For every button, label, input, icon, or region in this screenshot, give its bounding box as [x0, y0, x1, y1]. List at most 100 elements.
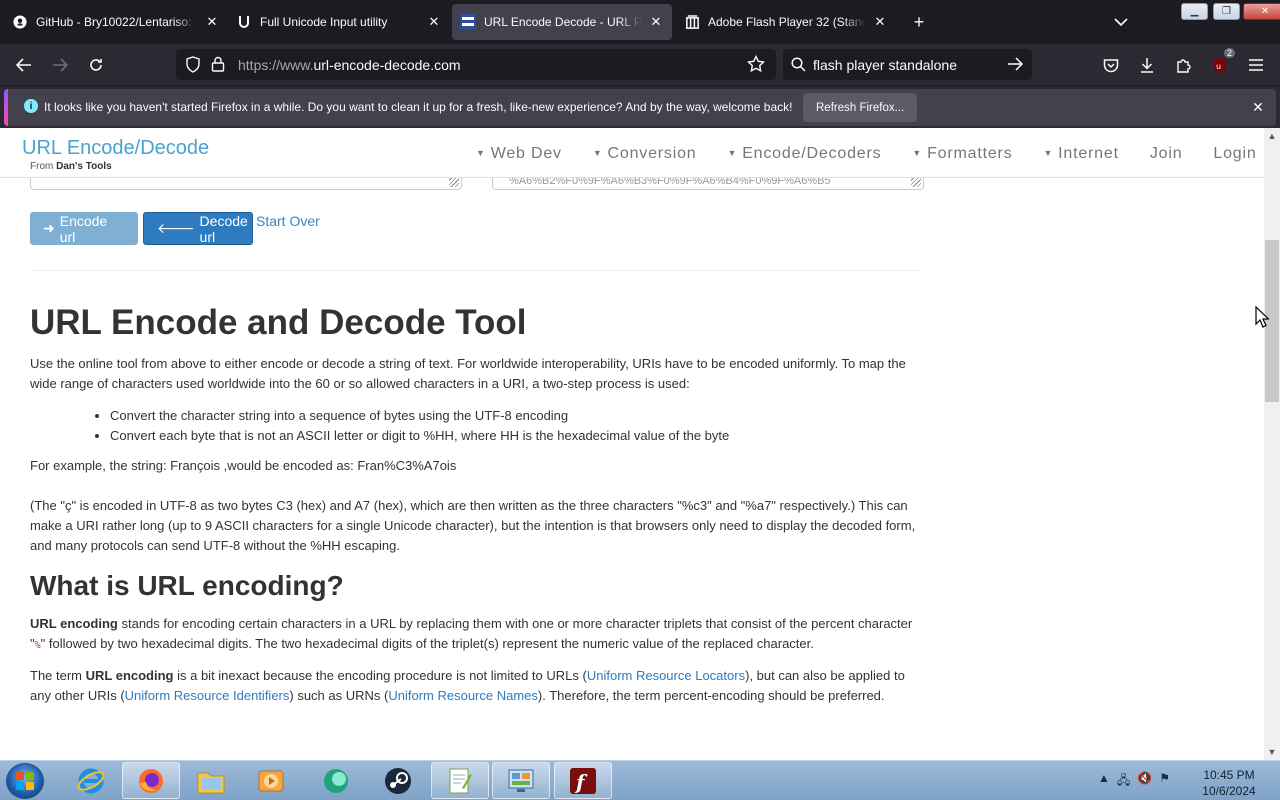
steam-icon[interactable] — [369, 762, 427, 799]
volume-muted-icon[interactable]: 🔇 — [1137, 771, 1152, 792]
start-over-link[interactable]: Start Over — [256, 213, 320, 229]
flash-player-icon[interactable]: f — [554, 762, 612, 799]
bold-term: URL encoding — [30, 616, 118, 631]
control-panel-icon[interactable] — [492, 762, 550, 799]
nav-label: Web Dev — [490, 145, 562, 162]
nav-join[interactable]: Join — [1150, 145, 1183, 165]
link-uniform-resource-locators[interactable]: Uniform Resource Locators — [587, 668, 745, 683]
show-hidden-icons-icon[interactable]: ▲ — [1098, 771, 1110, 792]
resize-grip-icon[interactable] — [911, 177, 921, 187]
start-button[interactable] — [6, 763, 44, 799]
mouse-cursor-icon — [1255, 306, 1269, 328]
hamburger-menu-icon[interactable] — [1243, 52, 1269, 78]
intro-paragraph: Use the online tool from above to either… — [30, 356, 906, 391]
nav-formatters[interactable]: ▼ Formatters — [912, 145, 1012, 165]
back-arrow-icon[interactable] — [11, 52, 37, 78]
minimize-button[interactable]: ▁ — [1181, 3, 1208, 20]
lock-icon[interactable] — [211, 56, 225, 77]
notification-message: It looks like you haven't started Firefo… — [44, 100, 793, 114]
address-bar[interactable]: https://www.url-encode-decode.com — [176, 49, 776, 80]
file-explorer-icon[interactable] — [182, 762, 240, 799]
close-tab-icon[interactable]: ✕ — [872, 14, 888, 30]
tab-url-encode[interactable]: URL Encode Decode - URL Perc ✕ — [452, 4, 672, 40]
tracking-protection-shield-icon[interactable] — [185, 56, 201, 78]
tab-title: Adobe Flash Player 32 (Standalo — [708, 15, 866, 29]
text-fragment: " followed by two hexadecimal digits. Th… — [40, 636, 814, 651]
chat-app-icon[interactable] — [307, 762, 365, 799]
caret-down-icon: ▼ — [727, 148, 738, 158]
list-item: Convert each byte that is not an ASCII l… — [110, 426, 925, 446]
forward-arrow-icon[interactable] — [47, 52, 73, 78]
clock-date: 10/6/2024 — [1202, 784, 1256, 798]
new-tab-icon[interactable]: + — [908, 11, 930, 33]
decode-url-button[interactable]: 🡐 Decode url — [143, 212, 253, 245]
list-tabs-chevron-icon[interactable] — [1110, 11, 1132, 33]
bold-term: URL encoding — [85, 668, 174, 683]
search-icon — [791, 57, 806, 77]
extension-badge-count: 2 — [1223, 48, 1235, 58]
encode-label: Encode url — [59, 212, 108, 245]
action-center-flag-icon[interactable]: ⚑ — [1159, 771, 1170, 792]
extensions-puzzle-icon[interactable] — [1171, 52, 1197, 78]
text-fragment: ). Therefore, the term percent-encoding … — [537, 688, 885, 703]
downloads-icon[interactable] — [1134, 52, 1160, 78]
close-window-button[interactable]: ✕ — [1243, 3, 1280, 20]
link-uniform-resource-names[interactable]: Uniform Resource Names — [388, 688, 538, 703]
reload-icon[interactable] — [83, 52, 109, 78]
decode-label: Decode url — [199, 212, 248, 245]
site-header: URL Encode/Decode From Dan's Tools ▼ Web … — [0, 128, 1264, 178]
tab-unicode[interactable]: Full Unicode Input utility ✕ — [228, 4, 450, 40]
search-bar[interactable]: flash player standalone — [783, 49, 1032, 80]
network-icon[interactable]: 🖧 — [1117, 771, 1130, 792]
bookmark-star-icon[interactable] — [746, 54, 766, 78]
ublock-origin-icon[interactable]: u 2 — [1207, 48, 1235, 78]
search-query[interactable]: flash player standalone — [813, 57, 957, 73]
notepad-plus-plus-icon[interactable] — [431, 762, 489, 799]
nav-label: Encode/Decoders — [742, 145, 882, 162]
search-go-arrow-icon[interactable] — [1007, 57, 1024, 76]
close-tab-icon[interactable]: ✕ — [426, 14, 442, 30]
nav-web-dev[interactable]: ▼ Web Dev — [476, 145, 562, 165]
link-uniform-resource-identifiers[interactable]: Uniform Resource Identifiers — [125, 688, 290, 703]
nav-label: Conversion — [607, 145, 697, 162]
firefox-taskbar-icon[interactable] — [122, 762, 180, 799]
nav-label: Formatters — [927, 145, 1013, 162]
site-nav: ▼ Web Dev ▼ Conversion ▼ Encode/Decoders ▼ F… — [476, 145, 1257, 165]
caret-down-icon: ▼ — [592, 148, 603, 158]
explanation-paragraph: (The "ç" is encoded in UTF-8 as two byte… — [30, 498, 916, 553]
nav-label: Login — [1213, 145, 1257, 162]
arrow-right-icon: ➜ — [43, 220, 55, 236]
nav-internet[interactable]: ▼ Internet — [1043, 145, 1118, 165]
navigation-toolbar: https://www.url-encode-decode.com flash … — [0, 44, 1280, 85]
tab-github[interactable]: GitHub - Bry10022/Lentariso: Th ✕ — [4, 4, 228, 40]
clock[interactable]: 10:45 PM 10/6/2024 — [1190, 767, 1268, 799]
tab-title: URL Encode Decode - URL Perc — [484, 15, 642, 29]
windows-taskbar: f ▲ 🖧 🔇 ⚑ 10:45 PM 10/6/2024 — [0, 760, 1280, 800]
tab-title: GitHub - Bry10022/Lentariso: Th — [36, 15, 198, 29]
restore-button[interactable]: ❐ — [1213, 3, 1240, 20]
refresh-firefox-button[interactable]: Refresh Firefox... — [803, 93, 918, 122]
github-icon — [12, 14, 28, 30]
close-notification-icon[interactable]: ✕ — [1248, 97, 1268, 117]
internet-explorer-icon[interactable] — [62, 762, 120, 799]
close-tab-icon[interactable]: ✕ — [648, 14, 664, 30]
steps-list: Convert the character string into a sequ… — [110, 406, 925, 446]
nav-label: Join — [1149, 145, 1183, 162]
vertical-scrollbar[interactable]: ▲ ▼ — [1264, 128, 1280, 760]
arrow-left-icon: 🡐 — [157, 220, 195, 236]
close-tab-icon[interactable]: ✕ — [204, 14, 220, 30]
resize-grip-icon[interactable] — [449, 177, 459, 187]
nav-conversion[interactable]: ▼ Conversion — [593, 145, 697, 165]
url-text[interactable]: https://www.url-encode-decode.com — [238, 57, 461, 73]
nav-login[interactable]: Login — [1213, 145, 1256, 165]
scroll-down-icon[interactable]: ▼ — [1264, 744, 1280, 760]
tab-adobe-flash[interactable]: Adobe Flash Player 32 (Standalo ✕ — [676, 4, 896, 40]
encode-url-button[interactable]: ➜ Encode url — [30, 212, 138, 245]
term-paragraph: The term URL encoding is a bit inexact b… — [30, 666, 925, 706]
pocket-icon[interactable] — [1098, 52, 1124, 78]
media-player-icon[interactable] — [242, 762, 300, 799]
unicode-icon — [236, 14, 252, 30]
scroll-up-icon[interactable]: ▲ — [1264, 128, 1280, 144]
nav-encode-decoders[interactable]: ▼ Encode/Decoders — [727, 145, 881, 165]
site-logo[interactable]: URL Encode/Decode — [22, 137, 209, 160]
